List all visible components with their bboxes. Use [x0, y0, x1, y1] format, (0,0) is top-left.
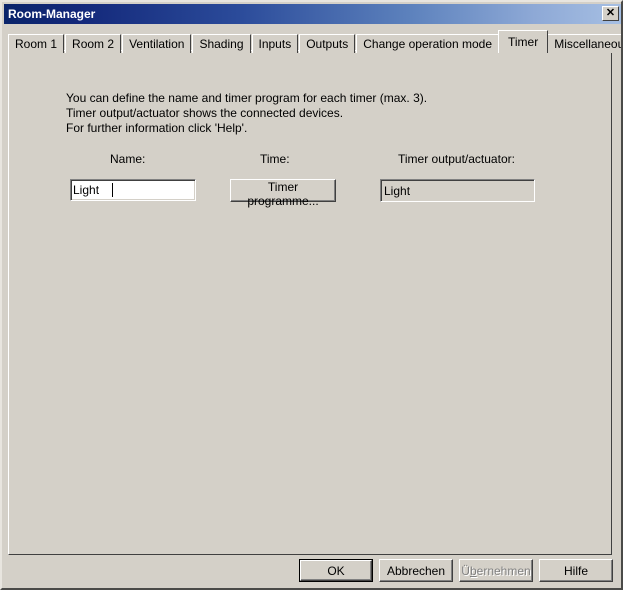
tab-label: Change operation mode [363, 37, 492, 51]
text-caret [112, 183, 113, 197]
tab-label: Room 2 [72, 37, 115, 51]
tab-timer[interactable]: Timer [498, 30, 549, 53]
title-bar[interactable]: Room-Manager ✕ [4, 4, 621, 24]
tab-label: Miscellaneous [554, 37, 623, 51]
description-line-1: You can define the name and timer progra… [66, 91, 428, 105]
apply-button-label: Übernehmen [461, 563, 531, 578]
timer-output-actuator-field: Light [380, 179, 535, 202]
room-manager-dialog: Room-Manager ✕ Room 1 Room 2 Ventilation… [0, 0, 623, 590]
tab-room-2[interactable]: Room 2 [65, 34, 122, 53]
tab-ventilation[interactable]: Ventilation [122, 34, 192, 53]
close-glyph: ✕ [605, 7, 616, 19]
tab-miscellaneous[interactable]: Miscellaneous [547, 34, 623, 53]
tab-label: Outputs [306, 37, 349, 51]
help-button-label: Hilfe [563, 563, 588, 578]
cancel-button[interactable]: Abbrechen [379, 559, 453, 582]
tab-label: Timer [508, 35, 539, 49]
tab-label: Ventilation [129, 37, 185, 51]
tab-page-timer: You can define the name and timer progra… [8, 50, 612, 555]
ok-button-label: OK [327, 563, 345, 578]
close-icon[interactable]: ✕ [602, 6, 619, 21]
timer-output-actuator-value: Light [384, 183, 411, 198]
tab-shading[interactable]: Shading [192, 34, 251, 53]
timer-programme-button[interactable]: Timer programme... [230, 179, 336, 208]
description-text: You can define the name and timer progra… [66, 91, 427, 136]
name-column-label: Name: [110, 152, 146, 166]
window-title: Room-Manager [8, 7, 96, 21]
time-column-label: Time: [260, 152, 290, 166]
description-line-2: Timer output/actuator shows the connecte… [66, 106, 344, 120]
tab-label: Room 1 [15, 37, 58, 51]
ok-button[interactable]: OK [299, 559, 373, 582]
apply-button: Übernehmen [459, 559, 533, 582]
tab-outputs[interactable]: Outputs [299, 34, 356, 53]
tab-inputs[interactable]: Inputs [251, 34, 299, 53]
tab-room-1[interactable]: Room 1 [8, 34, 65, 53]
timer-output-column-label: Timer output/actuator: [398, 152, 515, 166]
help-button[interactable]: Hilfe [539, 559, 613, 582]
cancel-button-label: Abbrechen [386, 563, 446, 578]
tab-change-operation-mode[interactable]: Change operation mode [356, 34, 499, 53]
tab-label: Inputs [258, 37, 292, 51]
tab-strip: Room 1 Room 2 Ventilation Shading Inputs… [8, 30, 623, 53]
tab-label: Shading [199, 37, 244, 51]
timer-name-input[interactable] [70, 179, 196, 201]
description-line-3: For further information click 'Help'. [66, 121, 248, 135]
